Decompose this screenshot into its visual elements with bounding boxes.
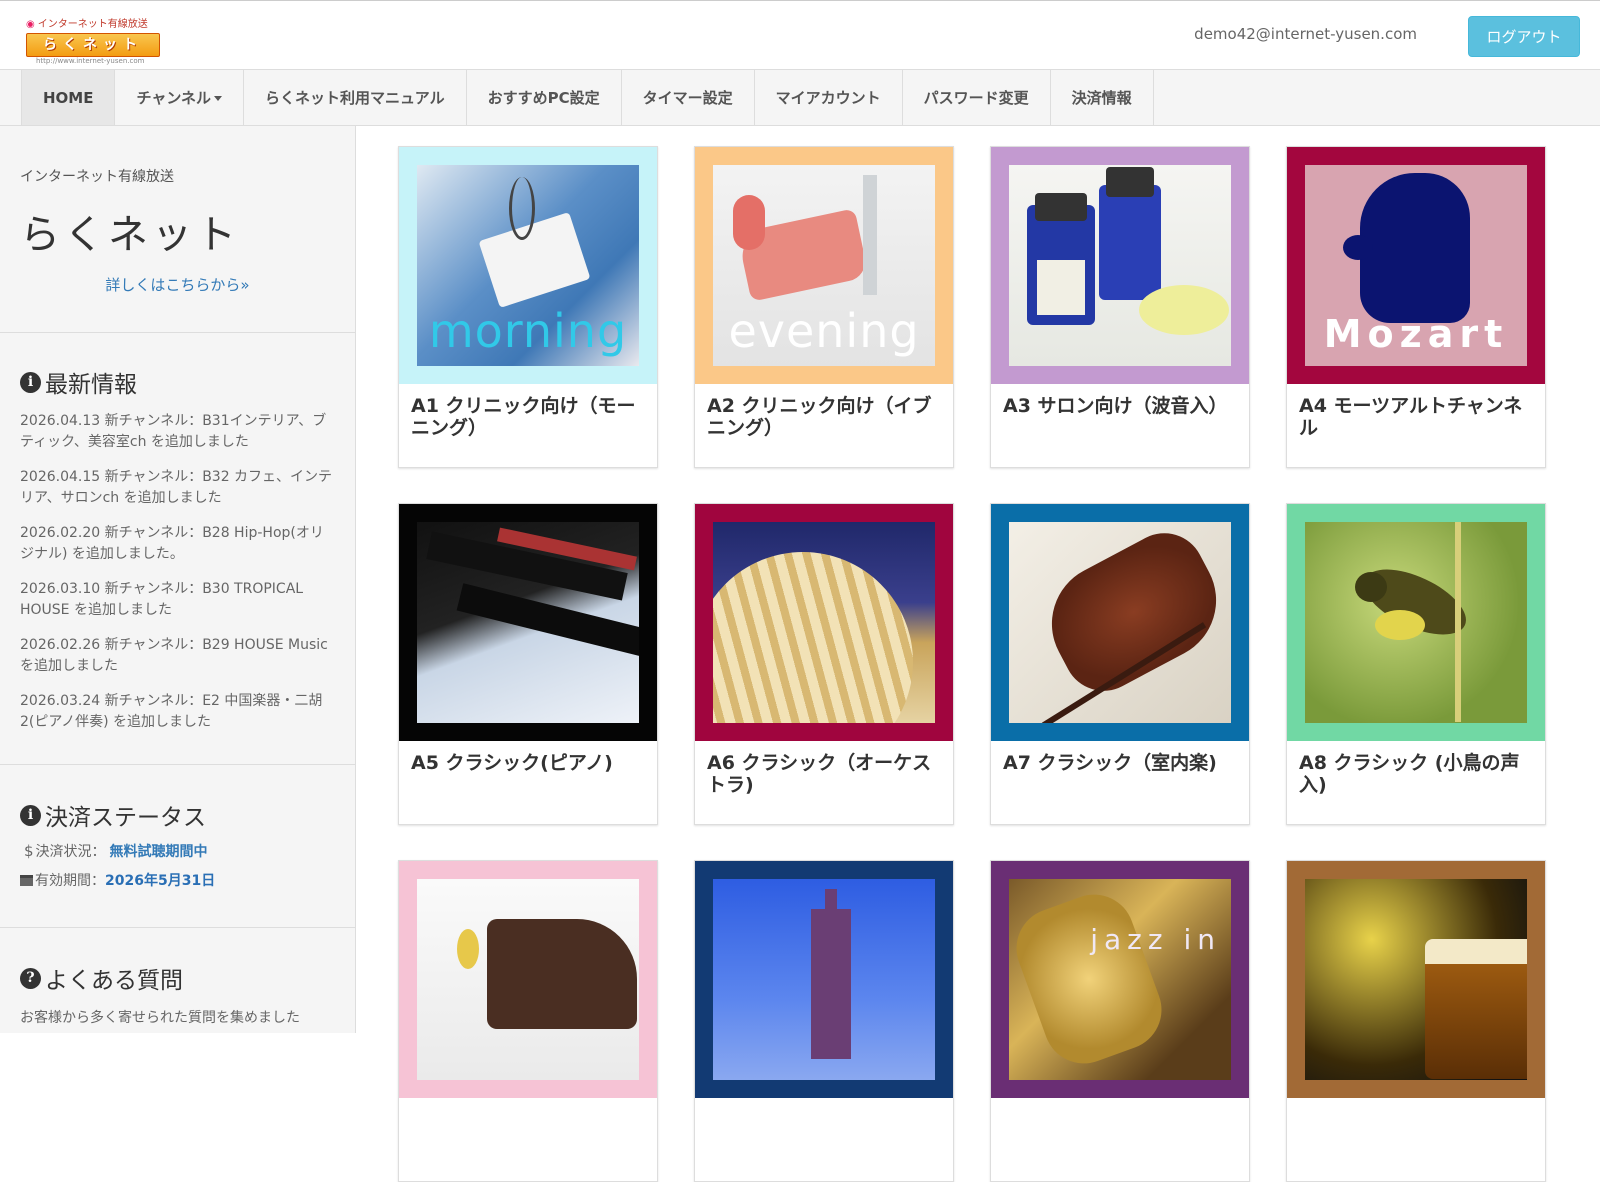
dollar-icon: $ — [24, 842, 34, 860]
channel-thumbnail — [1287, 861, 1545, 1098]
payment-heading: 決済ステータス — [45, 805, 206, 831]
nav-payment[interactable]: 決済情報 — [1051, 70, 1154, 125]
channel-thumbnail — [695, 861, 953, 1098]
channel-thumbnail — [399, 861, 657, 1098]
news-item: 2026.02.20 新チャンネル：B28 Hip-Hop(オリジナル) を追加… — [20, 525, 324, 562]
news-item: 2026.03.24 新チャンネル：E2 中国楽器・二胡2(ピアノ伴奏) を追加… — [20, 693, 323, 730]
channel-card-a1[interactable]: morning A1 クリニック向け（モーニング） — [398, 146, 658, 468]
news-item: 2026.04.15 新チャンネル：B32 カフェ、インテリア、サロンch を追… — [20, 469, 333, 506]
broadcast-icon: ◉ — [26, 19, 35, 30]
nav-pc-settings[interactable]: おすすめPC設定 — [467, 70, 622, 125]
channel-thumbnail: morning — [399, 147, 657, 384]
channel-thumbnail — [991, 147, 1249, 384]
caret-down-icon — [214, 96, 223, 101]
channel-title: A1 クリニック向け（モーニング） — [411, 395, 636, 439]
channel-title: A2 クリニック向け（イブニング） — [707, 395, 932, 439]
payment-status-row: $ 決済状況： 無料試聴期間中 — [20, 841, 335, 861]
nav-timer-label: タイマー設定 — [642, 89, 733, 107]
intro-tagline: インターネット有線放送 — [20, 169, 174, 185]
logo-tagline: インターネット有線放送 — [37, 19, 148, 30]
channel-thumbnail — [991, 504, 1249, 741]
channel-card-a8[interactable]: A8 クラシック (小鳥の声入) — [1286, 503, 1546, 825]
nav-manual[interactable]: らくネット利用マニュアル — [244, 70, 467, 125]
channel-title: A6 クラシック（オーケストラ) — [707, 752, 932, 796]
channel-card-a7[interactable]: A7 クラシック（室内楽) — [990, 503, 1250, 825]
channel-thumbnail — [399, 504, 657, 741]
top-header: ◉ インターネット有線放送 らくネット http://www.internet-… — [0, 0, 1600, 70]
channel-thumbnail — [1287, 504, 1545, 741]
details-link[interactable]: 詳しくはこちらから» — [20, 274, 335, 295]
nav-channels-label: チャンネル — [136, 89, 212, 107]
payment-status-value: 無料試聴期間中 — [109, 844, 208, 860]
info-icon: i — [20, 371, 41, 393]
channel-overlay-text: jazz in — [1090, 923, 1221, 956]
nav-my-account[interactable]: マイアカウント — [755, 70, 903, 125]
nav-channels-dropdown[interactable]: チャンネル — [115, 70, 245, 125]
faq-description: お客様から多く寄せられた質問を集めました — [20, 1010, 300, 1026]
expiry-label: 有効期間： — [35, 873, 105, 889]
news-item: 2026.02.26 新チャンネル：B29 HOUSE Music を追加しまし… — [20, 637, 328, 674]
faq-section: ? よくある質問 お客様から多く寄せられた質問を集めました — [0, 928, 355, 1027]
channel-card[interactable] — [398, 860, 658, 1182]
nav-home-label: HOME — [43, 88, 94, 107]
sidebar: インターネット有線放送 らくネット 詳しくはこちらから» i 最新情報 2026… — [0, 126, 356, 1033]
news-item: 2026.03.10 新チャンネル：B30 TROPICAL HOUSE を追加… — [20, 581, 304, 618]
main-nav: HOME チャンネル らくネット利用マニュアル おすすめPC設定 タイマー設定 … — [0, 70, 1600, 126]
channel-thumbnail: jazz in — [991, 861, 1249, 1098]
news-item: 2026.04.13 新チャンネル：B31インテリア、ブティック、美容室ch を… — [20, 413, 327, 450]
channel-title: A5 クラシック(ピアノ) — [411, 752, 613, 774]
channel-card[interactable] — [1286, 860, 1546, 1182]
news-section: i 最新情報 2026.04.13 新チャンネル：B31インテリア、ブティック、… — [0, 333, 355, 765]
channel-card-a3[interactable]: A3 サロン向け（波音入） — [990, 146, 1250, 468]
channel-title: A3 サロン向け（波音入） — [1003, 395, 1228, 417]
nav-password[interactable]: パスワード変更 — [903, 70, 1051, 125]
channel-thumbnail — [695, 504, 953, 741]
calendar-icon — [20, 874, 33, 886]
logo-url: http://www.internet-yusen.com — [36, 57, 145, 65]
user-email: demo42@internet-yusen.com — [1194, 25, 1417, 43]
question-icon: ? — [20, 967, 41, 989]
channel-overlay-text: Mozart — [1323, 312, 1509, 356]
nav-my-account-label: マイアカウント — [775, 89, 881, 107]
nav-home[interactable]: HOME — [22, 70, 116, 125]
news-list: 2026.04.13 新チャンネル：B31インテリア、ブティック、美容室ch を… — [20, 411, 335, 733]
payment-status-label: 決済状況： — [35, 844, 106, 860]
channel-title: A8 クラシック (小鳥の声入) — [1299, 752, 1520, 796]
nav-password-label: パスワード変更 — [923, 89, 1029, 107]
channel-overlay-text: morning — [428, 304, 628, 358]
channel-card-a2[interactable]: evening A2 クリニック向け（イブニング） — [694, 146, 954, 468]
channel-card-a5[interactable]: A5 クラシック(ピアノ) — [398, 503, 658, 825]
info-icon: i — [20, 804, 41, 826]
channel-title: A7 クラシック（室内楽) — [1003, 752, 1217, 774]
nav-pc-settings-label: おすすめPC設定 — [487, 89, 600, 107]
site-logo[interactable]: ◉ インターネット有線放送 らくネット http://www.internet-… — [26, 19, 160, 67]
channel-card-a4[interactable]: Mozart A4 モーツアルトチャンネル — [1286, 146, 1546, 468]
nav-payment-label: 決済情報 — [1071, 89, 1132, 107]
channel-thumbnail: evening — [695, 147, 953, 384]
logo-wordmark: らくネット — [26, 33, 160, 57]
logout-button[interactable]: ログアウト — [1468, 16, 1580, 57]
channel-title: A4 モーツアルトチャンネル — [1299, 395, 1523, 439]
channel-card-a6[interactable]: A6 クラシック（オーケストラ) — [694, 503, 954, 825]
expiry-value: 2026年5月31日 — [105, 873, 216, 889]
brand-title: らくネット — [20, 212, 240, 258]
channel-overlay-text: evening — [728, 304, 920, 358]
channel-thumbnail: Mozart — [1287, 147, 1545, 384]
payment-status-section: i 決済ステータス $ 決済状況： 無料試聴期間中 有効期間： 2026年5月3… — [0, 765, 355, 928]
expiry-row: 有効期間： 2026年5月31日 — [20, 870, 335, 890]
faq-heading: よくある質問 — [45, 968, 183, 994]
channel-card[interactable] — [694, 860, 954, 1182]
sidebar-intro: インターネット有線放送 らくネット 詳しくはこちらから» — [0, 126, 355, 333]
channel-card[interactable]: jazz in — [990, 860, 1250, 1182]
news-heading: 最新情報 — [45, 372, 137, 398]
nav-timer[interactable]: タイマー設定 — [622, 70, 755, 125]
nav-manual-label: らくネット利用マニュアル — [265, 89, 445, 107]
